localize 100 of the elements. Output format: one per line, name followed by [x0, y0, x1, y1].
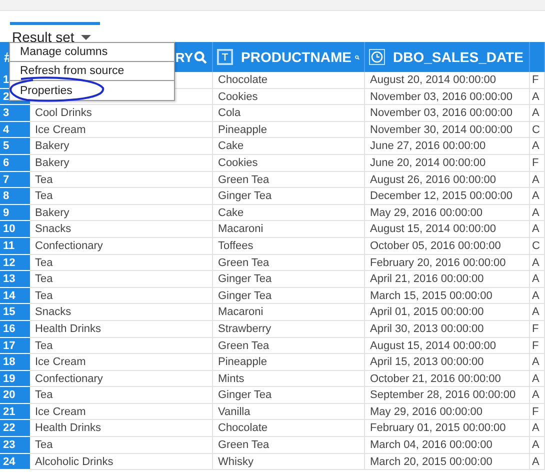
- table-cell: November 03, 2016 00:00:00: [365, 105, 530, 122]
- table-cell: F: [530, 154, 545, 172]
- table-cell: Cake: [213, 138, 365, 155]
- table-cell: A: [530, 454, 545, 470]
- table-cell: Green Tea: [213, 254, 365, 272]
- row-number: 21: [0, 404, 30, 420]
- table-cell: A: [530, 188, 545, 205]
- table-cell: A: [530, 437, 545, 454]
- table-cell: February 20, 2016 00:00:00: [365, 254, 530, 272]
- row-number: 23: [0, 437, 30, 454]
- table-cell: Macaroni: [213, 304, 365, 321]
- table-cell: October 05, 2016 00:00:00: [365, 238, 530, 255]
- column-header[interactable]: PRODUCTNAME: [213, 42, 365, 72]
- table-cell: Confectionary: [30, 370, 213, 388]
- table-cell: Cookies: [213, 88, 365, 106]
- row-number: 22: [0, 420, 30, 438]
- table-cell: June 20, 2014 00:00:00: [365, 154, 530, 172]
- table-cell: A: [530, 387, 545, 404]
- table-cell: C: [530, 238, 545, 255]
- table-cell: April 21, 2016 00:00:00: [365, 271, 530, 288]
- table-cell: August 26, 2016 00:00:00: [365, 172, 530, 188]
- table-cell: Health Drinks: [30, 420, 213, 438]
- table-cell: Snacks: [30, 221, 213, 238]
- table-cell: Cool Drinks: [30, 105, 213, 122]
- table-cell: Tea: [30, 437, 213, 454]
- row-number: 4: [0, 122, 30, 138]
- row-number: 15: [0, 304, 30, 321]
- table-cell: Chocolate: [213, 420, 365, 438]
- table-cell: August 20, 2014 00:00:00: [365, 72, 530, 89]
- table-cell: F: [530, 338, 545, 354]
- table-cell: A: [530, 105, 545, 122]
- table-cell: Pineapple: [213, 122, 365, 138]
- table-cell: Tea: [30, 271, 213, 288]
- table-cell: June 27, 2016 00:00:00: [365, 138, 530, 155]
- table-cell: November 30, 2014 00:00:00: [365, 122, 530, 138]
- menu-item[interactable]: Refresh from source: [10, 62, 174, 81]
- table-cell: Cookies: [213, 154, 365, 172]
- table-cell: Ice Cream: [30, 354, 213, 371]
- table-cell: Green Tea: [213, 338, 365, 354]
- table-cell: Vanilla: [213, 404, 365, 420]
- table-cell: Tea: [30, 338, 213, 354]
- table-cell: Confectionary: [30, 238, 213, 255]
- row-number: 6: [0, 154, 30, 172]
- row-number: 13: [0, 271, 30, 288]
- table-cell: Ice Cream: [30, 404, 213, 420]
- table-cell: Cake: [213, 204, 365, 222]
- table-cell: A: [530, 271, 545, 288]
- table-cell: Macaroni: [213, 221, 365, 238]
- table-cell: A: [530, 420, 545, 438]
- table-cell: A: [530, 304, 545, 321]
- table-cell: Bakery: [30, 138, 213, 155]
- table-cell: Tea: [30, 188, 213, 205]
- table-cell: Tea: [30, 288, 213, 304]
- row-number: 24: [0, 454, 30, 470]
- table-cell: A: [530, 370, 545, 388]
- row-number: 18: [0, 354, 30, 371]
- row-number: 10: [0, 221, 30, 238]
- table-cell: A: [530, 221, 545, 238]
- table-cell: March 04, 2016 00:00:00: [365, 437, 530, 454]
- text-type-icon: [217, 49, 233, 65]
- table-cell: A: [530, 204, 545, 222]
- table-cell: Pineapple: [213, 354, 365, 371]
- table-cell: Toffees: [213, 238, 365, 255]
- table-cell: Cola: [213, 105, 365, 122]
- row-number: 12: [0, 254, 30, 272]
- table-cell: May 29, 2016 00:00:00: [365, 404, 530, 420]
- column-header[interactable]: DBO_SALES_DATE: [365, 42, 530, 72]
- table-cell: November 03, 2016 00:00:00: [365, 88, 530, 106]
- table-cell: A: [530, 138, 545, 155]
- table-cell: A: [530, 88, 545, 106]
- table-cell: F: [530, 320, 545, 338]
- search-icon[interactable]: [194, 50, 207, 64]
- table-cell: August 15, 2014 00:00:00: [365, 221, 530, 238]
- table-cell: C: [530, 122, 545, 138]
- menu-item[interactable]: Manage columns: [10, 43, 174, 62]
- table-cell: A: [530, 254, 545, 272]
- table-cell: Chocolate: [213, 72, 365, 89]
- row-number: 20: [0, 387, 30, 404]
- table-cell: F: [530, 404, 545, 420]
- table-cell: September 28, 2016 00:00:00: [365, 387, 530, 404]
- table-cell: Ginger Tea: [213, 271, 365, 288]
- table-cell: Ice Cream: [30, 122, 213, 138]
- table-cell: Ginger Tea: [213, 387, 365, 404]
- table-cell: A: [530, 354, 545, 371]
- row-number: 11: [0, 238, 30, 255]
- table-cell: August 15, 2014 00:00:00: [365, 338, 530, 354]
- table-cell: Alcoholic Drinks: [30, 454, 213, 470]
- table-cell: A: [530, 172, 545, 188]
- table-cell: A: [530, 288, 545, 304]
- menu-item[interactable]: Properties: [10, 81, 174, 100]
- table-cell: March 15, 2015 00:00:00: [365, 288, 530, 304]
- table-cell: Tea: [30, 387, 213, 404]
- table-cell: Green Tea: [213, 172, 365, 188]
- table-cell: Bakery: [30, 204, 213, 222]
- row-number: 19: [0, 370, 30, 388]
- table-cell: Tea: [30, 254, 213, 272]
- table-cell: February 01, 2015 00:00:00: [365, 420, 530, 438]
- row-number: 14: [0, 288, 30, 304]
- row-number: 5: [0, 138, 30, 155]
- table-cell: October 21, 2016 00:00:00: [365, 370, 530, 388]
